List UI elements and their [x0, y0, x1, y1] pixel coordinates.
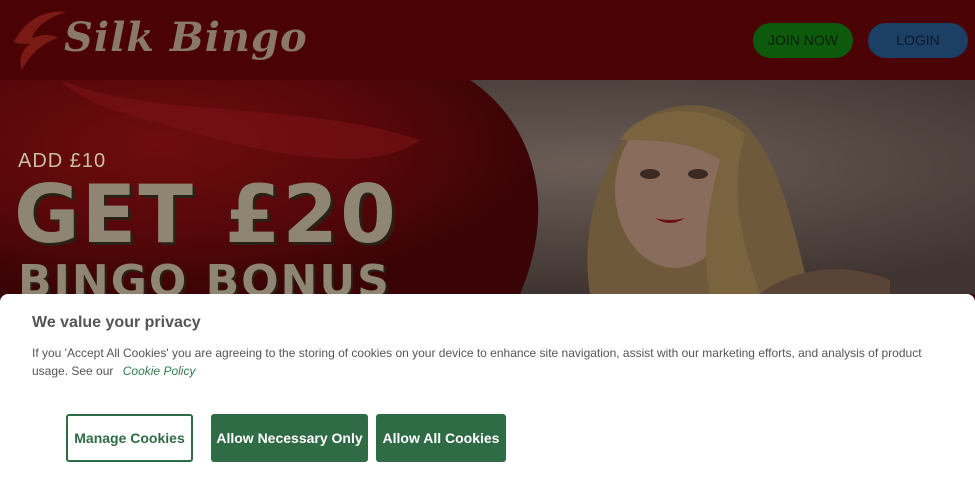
cookie-policy-link[interactable]: Cookie Policy	[123, 364, 196, 378]
cookie-consent-banner: We value your privacy If you 'Accept All…	[0, 294, 975, 482]
join-now-button[interactable]: JOIN NOW	[753, 23, 853, 58]
allow-all-cookies-button[interactable]: Allow All Cookies	[376, 414, 506, 462]
site-logo[interactable]: Silk Bingo	[8, 4, 308, 74]
promo-headline: GET £20	[14, 168, 398, 261]
woman-photo	[587, 105, 890, 294]
login-button[interactable]: LOGIN	[868, 23, 968, 58]
allow-necessary-button[interactable]: Allow Necessary Only	[211, 414, 368, 462]
logo-text: Silk Bingo	[64, 14, 308, 61]
cookie-description: If you 'Accept All Cookies' you are agre…	[32, 344, 942, 380]
silk-ribbon-icon	[14, 11, 66, 71]
site-header: Silk Bingo JOIN NOW LOGIN	[0, 0, 975, 80]
promo-subheadline: BINGO BONUS	[18, 256, 391, 294]
manage-cookies-button[interactable]: Manage Cookies	[66, 414, 193, 462]
cookie-title: We value your privacy	[32, 314, 201, 331]
promo-banner[interactable]: ADD £10 GET £20 BINGO BONUS	[0, 80, 975, 294]
